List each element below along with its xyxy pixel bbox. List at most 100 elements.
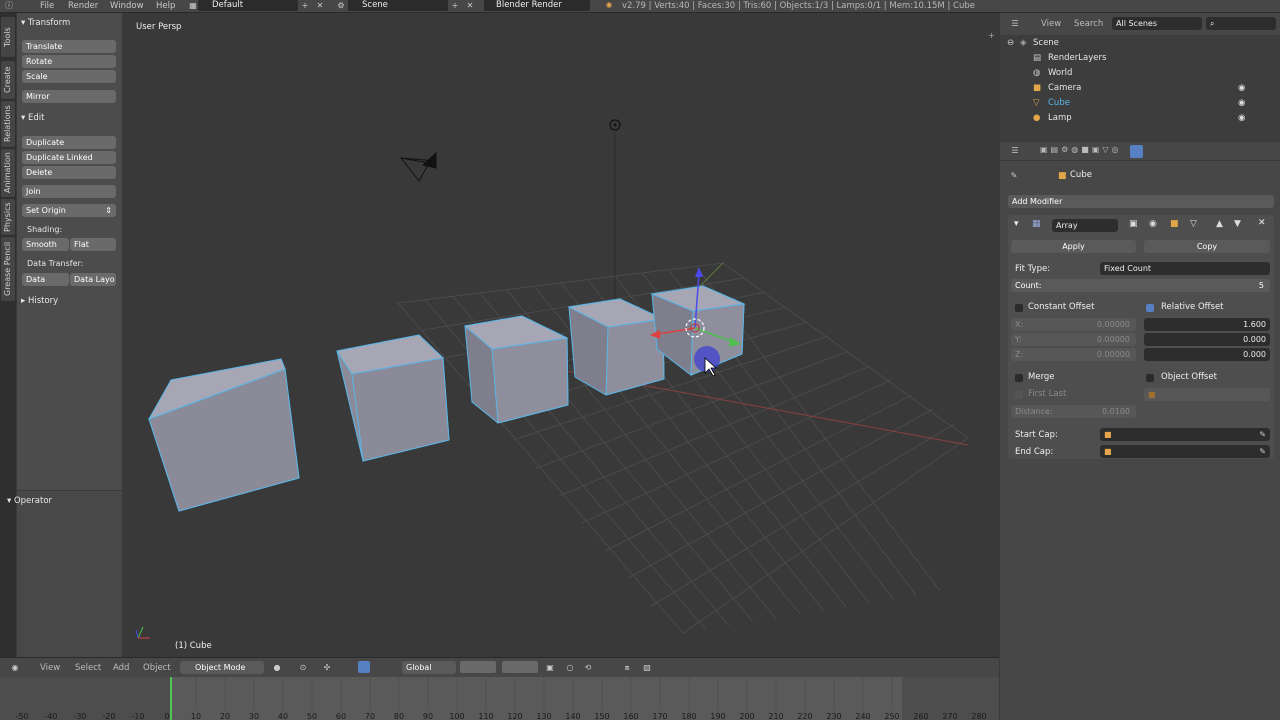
layer-buttons-2[interactable] xyxy=(502,661,538,673)
outliner-item-camera[interactable]: ■ Camera ◉ xyxy=(1000,81,1280,96)
manipulator-icon[interactable]: ✣ xyxy=(322,663,332,672)
editmode-icon[interactable]: ■ xyxy=(1170,219,1179,229)
outliner-item-cube[interactable]: ▽ Cube ◉ xyxy=(1000,96,1280,111)
blender-info-icon[interactable]: ⓘ xyxy=(2,1,16,10)
copy-button[interactable]: Copy xyxy=(1144,240,1270,253)
menu-render[interactable]: Render xyxy=(68,0,98,12)
modifier-tab-active[interactable] xyxy=(1130,145,1143,158)
operator-panel-header[interactable]: ▾ Operator xyxy=(7,495,105,507)
constant-y-field[interactable]: Y: 0.00000 xyxy=(1011,333,1136,346)
constant-z-field[interactable]: Z: 0.00000 xyxy=(1011,348,1136,361)
tab-relations[interactable]: Relations xyxy=(1,101,15,147)
relative-x-field[interactable]: 1.600 xyxy=(1144,318,1270,331)
pivot-point-icon[interactable]: ⊙ xyxy=(298,663,308,672)
start-cap-field[interactable]: ■ ✎ xyxy=(1100,428,1270,441)
layer-buttons-1[interactable] xyxy=(460,661,496,673)
menu-object[interactable]: Object xyxy=(143,663,171,673)
join-button[interactable]: Join xyxy=(22,185,116,198)
history-panel-header[interactable]: ▸ History xyxy=(21,295,119,307)
remove-modifier-icon[interactable]: ✕ xyxy=(1258,218,1266,228)
render-preview-icon[interactable]: ▨ xyxy=(642,663,652,672)
merge-checkbox[interactable] xyxy=(1015,374,1023,382)
distance-field[interactable]: Distance: 0.0100 xyxy=(1011,405,1136,418)
duplicate-button[interactable]: Duplicate xyxy=(22,136,116,149)
property-context-tabs[interactable]: ▣▤⚙◍■▣▽◎ xyxy=(1040,145,1210,157)
pin-icon[interactable]: ✎ xyxy=(1009,171,1019,180)
data-button[interactable]: Data xyxy=(22,273,69,286)
viewport-expand-icon[interactable]: + xyxy=(988,31,995,40)
menu-file[interactable]: File xyxy=(40,0,54,12)
orientation-select[interactable]: Global xyxy=(402,661,456,674)
tab-tools[interactable]: Tools xyxy=(1,17,15,57)
snap-icon[interactable]: ⟲ xyxy=(583,663,593,672)
snap-target-icon[interactable]: ⧈ xyxy=(622,663,632,672)
outliner-item-renderlayers[interactable]: ▤ RenderLayers xyxy=(1000,51,1280,66)
timeline[interactable]: -50 -40 -30 -20 -10 0 10 20 30 40 50 60 70 80 90 100 110… xyxy=(0,677,999,720)
scene-field[interactable]: Scene xyxy=(348,0,448,11)
menu-window[interactable]: Window xyxy=(110,0,144,12)
mirror-button[interactable]: Mirror xyxy=(22,90,116,103)
smooth-button[interactable]: Smooth xyxy=(22,238,69,251)
render-toggle-icon[interactable]: ▣ xyxy=(1129,219,1138,229)
translate-button[interactable]: Translate xyxy=(22,40,116,53)
constant-x-field[interactable]: X: 0.00000 xyxy=(1011,318,1136,331)
remove-layout-icon[interactable]: ✕ xyxy=(315,1,325,10)
relative-offset-checkbox[interactable] xyxy=(1146,304,1154,312)
eyedropper-icon[interactable]: ✎ xyxy=(1259,445,1266,458)
tab-physics[interactable]: Physics xyxy=(1,199,15,235)
cage-icon[interactable]: ▽ xyxy=(1190,219,1197,229)
menu-select[interactable]: Select xyxy=(75,663,101,673)
menu-help[interactable]: Help xyxy=(156,0,175,12)
tab-create[interactable]: Create xyxy=(1,61,15,99)
rotate-button[interactable]: Rotate xyxy=(22,55,116,68)
screen-layout-field[interactable]: Default xyxy=(198,0,298,11)
move-up-icon[interactable]: ▲ xyxy=(1216,219,1223,229)
relative-y-field[interactable]: 0.000 xyxy=(1144,333,1270,346)
menu-add[interactable]: Add xyxy=(113,663,129,673)
object-offset-checkbox[interactable] xyxy=(1146,374,1154,382)
first-last-checkbox[interactable] xyxy=(1015,391,1023,399)
fit-type-select[interactable]: Fixed Count xyxy=(1100,262,1270,275)
scale-button[interactable]: Scale xyxy=(22,70,116,83)
data-layout-button[interactable]: Data Layo xyxy=(70,273,116,286)
add-layout-icon[interactable]: + xyxy=(300,1,310,10)
visibility-eye-icon[interactable]: ◉ xyxy=(1238,81,1245,96)
expand-icon[interactable]: ⊖ xyxy=(1007,36,1014,51)
count-field[interactable]: Count: 5 xyxy=(1011,279,1270,292)
outliner-search-menu[interactable]: Search xyxy=(1074,19,1103,29)
remove-scene-icon[interactable]: ✕ xyxy=(465,1,475,10)
menu-view[interactable]: View xyxy=(40,663,60,673)
layer-lock-icon[interactable]: ▣ xyxy=(545,663,555,672)
modifier-name-field[interactable]: Array xyxy=(1052,219,1118,232)
end-cap-field[interactable]: ■ ✎ xyxy=(1100,445,1270,458)
visibility-eye-icon[interactable]: ◉ xyxy=(1238,111,1245,126)
offset-object-field[interactable]: ■ xyxy=(1144,388,1270,401)
apply-button[interactable]: Apply xyxy=(1011,240,1136,253)
outliner-search-field[interactable]: ⌕ xyxy=(1206,17,1276,30)
3d-viewport[interactable]: User Persp (1) Cube + xyxy=(123,13,999,657)
flat-button[interactable]: Flat xyxy=(70,238,116,251)
properties-editor-icon[interactable]: ☰ xyxy=(1010,146,1020,155)
outliner-view-menu[interactable]: View xyxy=(1041,19,1061,29)
visibility-eye-icon[interactable]: ◉ xyxy=(1238,96,1245,111)
realtime-eye-icon[interactable]: ◉ xyxy=(1149,219,1157,229)
duplicate-linked-button[interactable]: Duplicate Linked xyxy=(22,151,116,164)
tab-animation[interactable]: Animation xyxy=(1,149,15,197)
tab-grease-pencil[interactable]: Grease Pencil xyxy=(1,237,15,301)
delete-button[interactable]: Delete xyxy=(22,166,116,179)
move-down-icon[interactable]: ▼ xyxy=(1234,219,1241,229)
edit-panel-header[interactable]: ▾ Edit xyxy=(21,112,119,124)
relative-z-field[interactable]: 0.000 xyxy=(1144,348,1270,361)
constant-offset-checkbox[interactable] xyxy=(1015,304,1023,312)
screen-layout-icon[interactable]: ▦ xyxy=(188,1,198,10)
outliner-editor-icon[interactable]: ☰ xyxy=(1010,19,1020,28)
add-scene-icon[interactable]: + xyxy=(450,1,460,10)
proportional-edit-icon[interactable]: ○ xyxy=(565,663,575,672)
editor-type-icon[interactable]: ◉ xyxy=(10,663,20,672)
outliner-item-lamp[interactable]: ● Lamp ◉ xyxy=(1000,111,1280,126)
collapse-icon[interactable]: ▾ xyxy=(1014,219,1019,229)
outliner-item-world[interactable]: ◍ World xyxy=(1000,66,1280,81)
scene-icon[interactable]: ⚙ xyxy=(336,1,346,10)
viewport-shading-icon[interactable]: ● xyxy=(272,663,282,672)
outliner-filter-select[interactable]: All Scenes xyxy=(1112,17,1202,30)
